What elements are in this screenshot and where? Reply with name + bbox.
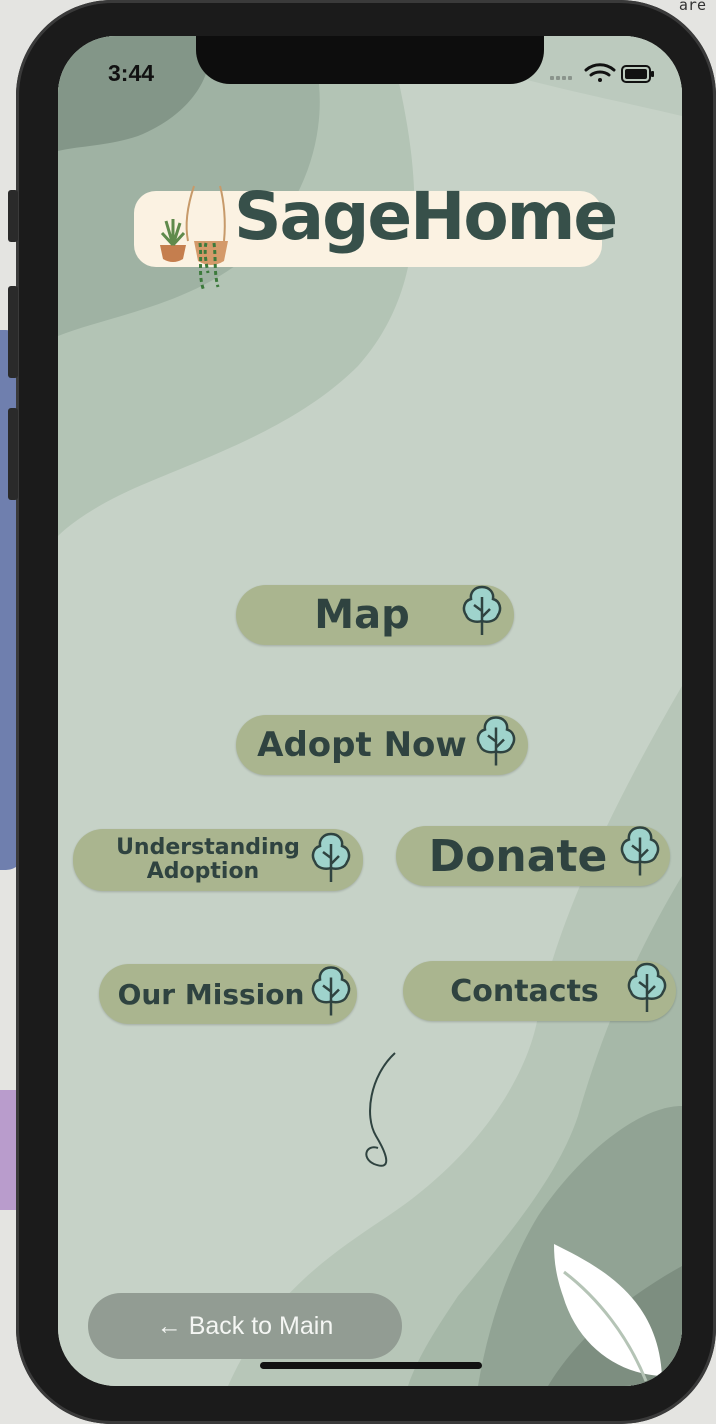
- donate-button-label: Donate: [428, 830, 608, 882]
- back-to-main-label: ← Back to Main: [156, 1311, 334, 1340]
- adopt-now-button-label: Adopt Now: [257, 725, 467, 765]
- tree-icon: [625, 960, 669, 1022]
- side-button-mute: [8, 190, 18, 242]
- map-button[interactable]: Map: [236, 585, 514, 645]
- understanding-adoption-label-line2: Adoption: [146, 859, 260, 884]
- tree-icon: [309, 830, 353, 890]
- our-mission-button[interactable]: Our Mission: [99, 964, 357, 1024]
- home-indicator[interactable]: [260, 1362, 482, 1369]
- notch: [196, 36, 544, 84]
- contacts-button[interactable]: Contacts: [403, 961, 676, 1021]
- app-screen: 3:44 SageHome Map Adopt Now Understandin…: [58, 36, 682, 1386]
- our-mission-button-label: Our Mission: [117, 977, 305, 1011]
- tree-icon: [618, 824, 662, 889]
- map-button-label: Map: [314, 592, 410, 638]
- status-time: 3:44: [108, 60, 155, 86]
- desktop-corner-text: are: [678, 0, 706, 14]
- wifi-icon: [584, 63, 616, 82]
- side-button-volume-down: [8, 408, 18, 500]
- donate-button[interactable]: Donate: [396, 826, 670, 886]
- understanding-adoption-button[interactable]: Understanding Adoption: [73, 829, 363, 891]
- app-logo-title: SageHome: [234, 178, 618, 255]
- status-icons: [550, 62, 656, 90]
- tree-icon: [309, 964, 353, 1025]
- tree-icon: [460, 583, 504, 647]
- side-button-volume-up: [8, 286, 18, 378]
- tree-icon: [474, 714, 518, 777]
- battery-icon: [621, 65, 654, 83]
- adopt-now-button[interactable]: Adopt Now: [236, 715, 528, 775]
- back-to-main-button[interactable]: ← Back to Main: [88, 1293, 402, 1359]
- contacts-button-label: Contacts: [450, 973, 599, 1009]
- signal-icon: [550, 76, 572, 80]
- understanding-adoption-label-line1: Understanding: [116, 835, 300, 860]
